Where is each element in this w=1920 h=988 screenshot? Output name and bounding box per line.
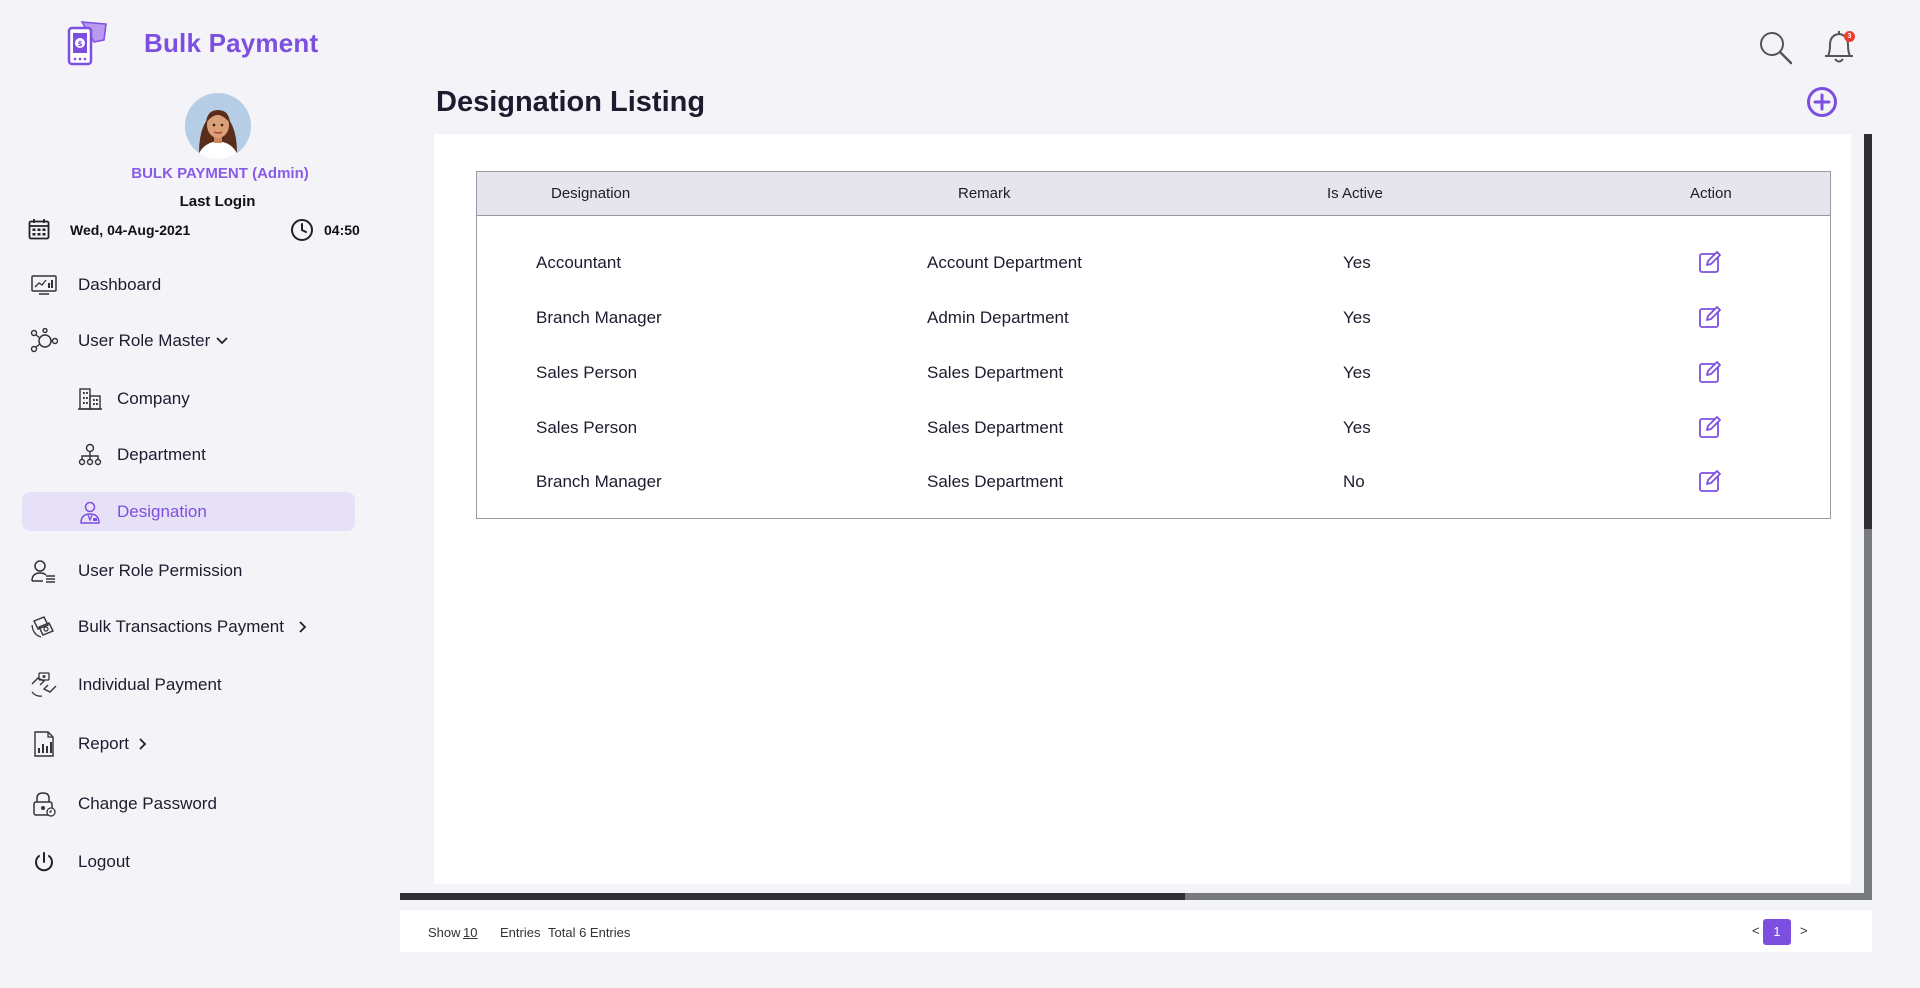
sidebar-item-label: Report [78,734,130,753]
sidebar-item-individual-payment[interactable]: Individual Payment [0,665,380,705]
company-icon [76,385,104,413]
sidebar-item-label: Change Password [78,794,217,813]
department-icon [76,441,104,469]
user-permission-icon [30,557,58,585]
avatar[interactable] [185,93,251,159]
show-label: Show [428,925,461,940]
cell-is-active: Yes [1343,363,1371,382]
sidebar-item-label: Dashboard [78,275,162,294]
sidebar-item-bulk-transactions-payment[interactable]: Bulk Transactions Payment [0,607,380,647]
bulk-transaction-icon [30,613,58,641]
edit-icon[interactable] [1698,415,1722,439]
table-row: Accountant Account Department Yes [477,235,1830,290]
cell-remark: Sales Department [927,472,1064,491]
table-row: Sales Person Sales Department Yes [477,345,1830,400]
cell-designation: Branch Manager [536,472,662,491]
cell-designation: Branch Manager [536,308,662,327]
report-icon [30,730,58,758]
page-title: Designation Listing [436,86,706,118]
sidebar: $ Bulk Payment BULK PAYMENT (Admin) Last… [0,0,380,988]
table-row: Branch Manager Sales Department No [477,454,1830,509]
cell-remark: Sales Department [927,363,1064,382]
cell-is-active: Yes [1343,418,1371,437]
notification-badge: 3 [1844,31,1855,42]
cell-designation: Accountant [536,253,622,272]
sidebar-item-change-password[interactable]: Change Password [0,784,380,824]
svg-text:$: $ [78,40,83,48]
sidebar-item-report[interactable]: Report [0,724,380,764]
cell-remark: Admin Department [927,308,1069,327]
individual-payment-icon [30,671,58,699]
sidebar-item-logout[interactable]: Logout [0,842,380,882]
chevron-down-icon [216,337,228,345]
brand-name: Bulk Payment [144,27,319,58]
sidebar-item-label: User Role Permission [78,561,243,580]
vertical-scrollbar-thumb[interactable] [1864,134,1872,529]
sidebar-item-label: Individual Payment [78,675,222,694]
total-entries: Total 6 Entries [548,925,631,940]
pagination-current-page[interactable]: 1 [1763,919,1791,945]
edit-icon[interactable] [1698,250,1722,274]
change-password-icon [30,790,58,818]
sidebar-item-designation[interactable]: Designation [0,492,380,532]
cell-is-active: Yes [1343,253,1371,272]
cell-designation: Sales Person [536,418,638,437]
page-size-select[interactable]: 10 [463,925,477,940]
sidebar-item-user-role-master[interactable]: User Role Master [0,321,380,361]
cell-is-active: No [1343,472,1365,491]
clock-icon [291,219,313,241]
notification-button[interactable]: 3 [1822,28,1856,66]
dashboard-icon [30,271,58,299]
avatar-image [185,93,251,159]
sidebar-item-label: Logout [78,852,130,871]
table-row: Sales Person Sales Department Yes [477,400,1830,455]
cell-designation: Sales Person [536,363,638,382]
search-icon[interactable] [1758,30,1794,66]
designation-icon [76,498,104,526]
brand[interactable]: $ Bulk Payment [66,20,318,66]
last-login-time: 04:50 [324,222,360,238]
edit-icon[interactable] [1698,469,1722,493]
entries-label: Entries [500,925,541,940]
column-header-action: Action [1690,185,1732,202]
sidebar-item-label: User Role Master [78,331,211,350]
horizontal-scrollbar-thumb[interactable] [400,893,1185,900]
power-icon [30,848,58,876]
sidebar-item-label: Designation [117,502,207,521]
column-header-designation[interactable]: Designation [551,185,630,202]
calendar-icon [28,219,50,240]
wallet-phone-logo-icon: $ [67,21,107,66]
pagination-prev[interactable]: < [1752,923,1760,938]
designation-table: Designation Remark Is Active Action Acco… [476,171,1831,519]
column-header-remark[interactable]: Remark [958,185,1011,202]
sidebar-item-dashboard[interactable]: Dashboard [0,265,380,305]
chevron-right-icon [139,738,147,750]
last-login-row: Wed, 04-Aug-2021 04:50 [28,218,368,242]
table-header: Designation Remark Is Active Action [477,172,1830,216]
last-login-label: Last Login [179,193,256,210]
add-circle-icon[interactable] [1806,86,1838,118]
edit-icon[interactable] [1698,360,1722,384]
chevron-right-icon [299,621,307,633]
last-login-date: Wed, 04-Aug-2021 [70,222,191,238]
sidebar-item-department[interactable]: Department [0,435,380,475]
sidebar-item-label: Bulk Transactions Payment [78,617,284,636]
user-role-icon [30,327,58,355]
table-footer: Show 10 Entries Total 6 Entries < 1 > [400,910,1872,952]
sidebar-item-company[interactable]: Company [0,379,380,419]
sidebar-item-label: Company [117,389,190,408]
sidebar-item-user-role-permission[interactable]: User Role Permission [0,551,380,591]
pagination-next[interactable]: > [1800,923,1808,938]
cell-is-active: Yes [1343,308,1371,327]
cell-remark: Sales Department [927,418,1064,437]
edit-icon[interactable] [1698,305,1722,329]
column-header-is-active[interactable]: Is Active [1327,185,1383,202]
table-row: Branch Manager Admin Department Yes [477,290,1830,345]
user-name: BULK PAYMENT (Admin) [131,165,309,182]
sidebar-item-label: Department [117,445,206,464]
cell-remark: Account Department [927,253,1082,272]
